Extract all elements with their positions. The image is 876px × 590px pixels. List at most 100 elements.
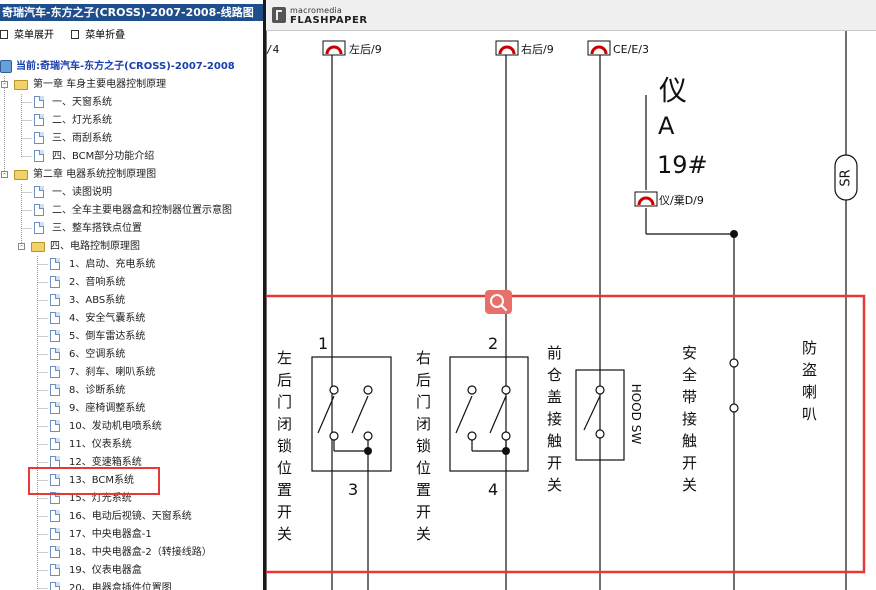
document-icon	[50, 312, 60, 324]
document-icon	[50, 510, 60, 522]
flashpaper-logo-icon	[272, 7, 286, 23]
document-icon	[50, 384, 60, 396]
document-icon	[50, 294, 60, 306]
tree-item-label: 8、诊断系统	[69, 385, 126, 396]
document-icon	[50, 348, 60, 360]
tree-item-label: 5、倒车雷达系统	[69, 331, 146, 342]
document-icon	[34, 114, 44, 126]
magnifier-icon	[490, 294, 508, 312]
document-icon	[50, 402, 60, 414]
menu-icon	[0, 30, 8, 39]
expand-menu-button[interactable]: 菜单展开	[0, 26, 54, 41]
document-icon	[34, 222, 44, 234]
sr-label: SR	[839, 169, 854, 186]
flashpaper-toolbar: macromedia FLASHPAPER	[266, 0, 876, 31]
connector-label-prev: /4	[266, 43, 280, 56]
document-icon	[50, 276, 60, 288]
document-icon	[50, 366, 60, 378]
document-icon	[34, 186, 44, 198]
collapse-menu-label: 菜单折叠	[85, 30, 126, 41]
switch1-symbol	[317, 385, 373, 452]
tree-item-label: 二、灯光系统	[52, 115, 112, 126]
folder-open-icon	[14, 170, 28, 180]
tree-item-label: 10、发动机电喷系统	[69, 421, 162, 432]
connector-arc-icon	[325, 45, 655, 206]
folder-open-icon	[14, 80, 28, 90]
switch2-node	[502, 447, 510, 455]
tree-item-label: 第一章 车身主要电器控制原理	[33, 79, 167, 90]
hood-switch-symbol	[583, 385, 605, 439]
document-icon	[50, 438, 60, 450]
document-icon	[34, 204, 44, 216]
menu-bar: 菜单展开 菜单折叠	[0, 26, 139, 42]
switch1-label: 左后门闭锁位置开关	[275, 350, 293, 548]
tree-item-label: 第二章 电器系统控制原理图	[33, 169, 157, 180]
tree-item-label: 二、全车主要电器盒和控制器位置示意图	[52, 205, 232, 216]
tree-title: 奇瑞汽车-东方之子(CROSS)-2007-2008-线路图	[0, 4, 263, 21]
collapse-icon: -	[18, 243, 25, 250]
folder-open-icon	[31, 242, 45, 252]
tree-item-label: 三、雨刮系统	[52, 133, 112, 144]
tree-item-label: 9、座椅调整系统	[69, 403, 146, 414]
document-icon	[50, 564, 60, 576]
document-icon	[34, 150, 44, 162]
module-number: 19#	[657, 151, 708, 179]
tree-item-label: 6、空调系统	[69, 349, 126, 360]
switch2-number: 2	[488, 334, 498, 353]
zoom-button[interactable]	[485, 290, 512, 314]
logo-text-bottom: FLASHPAPER	[290, 15, 368, 26]
hood-switch-label: 前仓盖接触开关	[545, 345, 563, 499]
selection-highlight	[28, 467, 160, 495]
switch2-label: 右后门闭锁位置开关	[414, 350, 432, 548]
tree-item-label: 2、音响系统	[69, 277, 126, 288]
tree-item-label: 四、电路控制原理图	[50, 241, 140, 252]
connector-icon	[322, 40, 658, 207]
module-letter: A	[658, 112, 675, 140]
document-icon	[50, 546, 60, 558]
expand-menu-label: 菜单展开	[14, 30, 54, 41]
tree-root-label: 当前:奇瑞汽车-东方之子(CROSS)-2007-2008	[16, 61, 235, 72]
document-icon	[34, 132, 44, 144]
navigation-pane: 奇瑞汽车-东方之子(CROSS)-2007-2008-线路图 菜单展开 菜单折叠	[0, 0, 263, 590]
tree-item-label: 7、刹车、喇叭系统	[69, 367, 156, 378]
logo-text-top: macromedia	[290, 6, 343, 15]
tree-item-label: 三、整车搭铁点位置	[52, 223, 142, 234]
document-icon	[50, 420, 60, 432]
document-icon	[50, 528, 60, 540]
computer-icon	[0, 60, 12, 73]
tree-item-label: 一、读图说明	[52, 187, 112, 198]
tree-item-label: 4、安全气囊系统	[69, 313, 146, 324]
tree-item-label: 18、中央电器盒-2（转接线路）	[69, 547, 212, 558]
flashpaper-viewer: /4 左后/9 右后/9 CE/E/3 仪/棄D/9 仪 A 19# SR 1 …	[266, 0, 876, 590]
tree-item-label: 11、仪表系统	[69, 439, 132, 450]
switch1-number: 1	[318, 334, 328, 353]
connector-label-left-rear: 左后/9	[349, 43, 382, 56]
seatbelt-switch-label: 安全带接触开关	[680, 345, 698, 499]
connector-label-ce: CE/E/3	[613, 43, 649, 56]
tree-item-label: 19、仪表电器盒	[69, 565, 142, 576]
document-icon	[50, 258, 60, 270]
connector-label-right-rear: 右后/9	[521, 42, 554, 56]
collapse-icon: -	[1, 81, 8, 88]
highlight-region	[266, 294, 866, 574]
document-icon	[50, 330, 60, 342]
wiring-diagram: /4 左后/9 右后/9 CE/E/3 仪/棄D/9 仪 A 19# SR 1 …	[266, 30, 866, 590]
tree-item-label: 17、中央电器盒-1	[69, 529, 152, 540]
collapse-menu-button[interactable]: 菜单折叠	[71, 26, 125, 41]
junction-node	[730, 230, 738, 238]
hood-sw-label: HOOD SW	[629, 384, 643, 445]
switch2-pin: 4	[488, 480, 498, 499]
menu-icon	[71, 30, 80, 39]
connector-label-instrument: 仪/棄D/9	[659, 193, 704, 207]
document-icon	[50, 582, 60, 590]
document-icon	[34, 96, 44, 108]
module-name: 仪	[659, 74, 687, 107]
tree-item-label: 1、启动、充电系统	[69, 259, 156, 270]
anti-theft-horn-label: 防盗喇叭	[800, 340, 818, 428]
tree-item-label: 20、电器盒插件位置图	[69, 583, 172, 590]
tree-item-label: 16、电动后视镜、天窗系统	[69, 511, 192, 522]
tree-item-label: 一、天窗系统	[52, 97, 112, 108]
collapse-icon: -	[1, 171, 8, 178]
tree-item-label: 四、BCM部分功能介绍	[52, 151, 155, 162]
tree-item-label: 3、ABS系统	[69, 295, 126, 306]
